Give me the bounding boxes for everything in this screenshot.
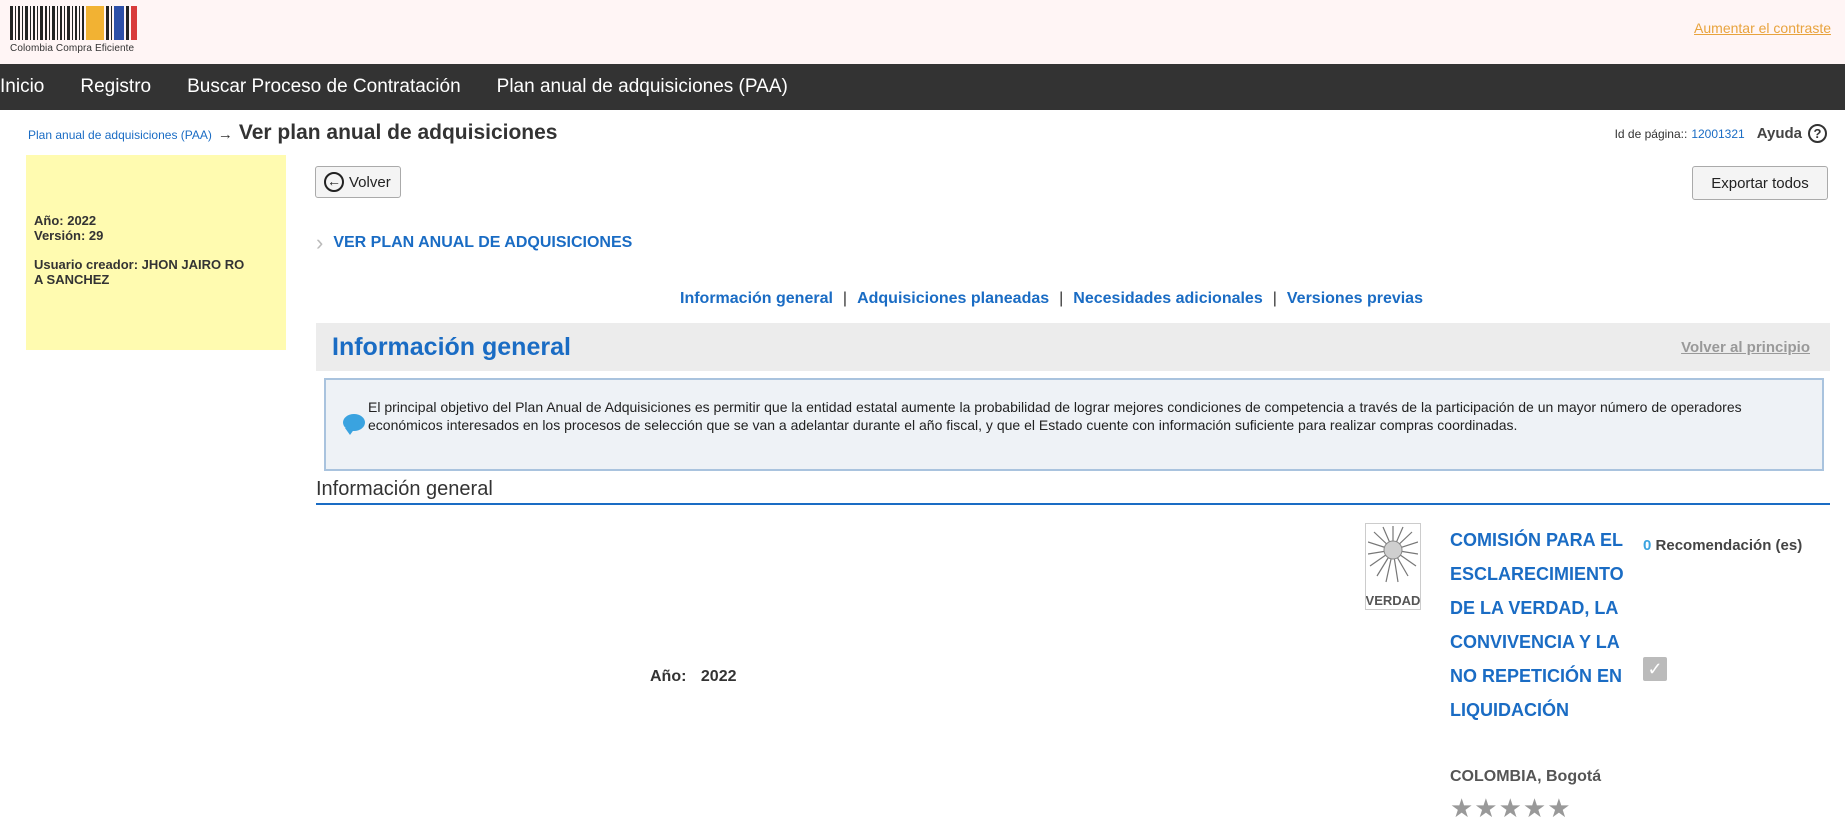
summary-version: Versión: 29 [34,228,104,243]
tab-necesidades-adicionales[interactable]: Necesidades adicionales [1073,290,1262,307]
nav-item-plan-anual[interactable]: Plan anual de adquisiciones (PAA) [497,76,788,98]
page-meta: Id de página:: 12001321 Ayuda ? [1615,124,1827,143]
info-general-subheading: Información general [316,478,1830,505]
breadcrumb: Plan anual de adquisiciones (PAA) → Ver … [28,121,558,145]
tab-adquisiciones-planeadas[interactable]: Adquisiciones planeadas [857,290,1049,307]
logo-text: Colombia Compra Eficiente [10,43,135,54]
colombia-compra-logo[interactable]: Colombia Compra Eficiente [10,6,170,56]
page-title: Ver plan anual de adquisiciones [238,121,558,144]
export-all-button[interactable]: Exportar todos [1692,166,1828,200]
increase-contrast-link[interactable]: Aumentar el contraste [1694,20,1831,36]
tab-versiones-previas[interactable]: Versiones previas [1287,290,1423,307]
top-bar: Colombia Compra Eficiente Aumentar el co… [0,0,1845,64]
chevron-right-icon: › [316,230,324,255]
question-circle-icon[interactable]: ? [1808,124,1827,143]
year-field: Año: 2022 [650,668,736,686]
breadcrumb-arrow-icon: → [217,126,233,143]
summary-creator-cont: A SANCHEZ [34,272,110,287]
rating-stars-icon[interactable]: ★★★★★ [1450,793,1572,824]
recommendations-label: Recomendación (es) [1655,537,1803,554]
recommendations-count: 0 [1643,537,1652,554]
nav-item-inicio[interactable]: Inicio [0,76,44,98]
breadcrumb-paa-link[interactable]: Plan anual de adquisiciones (PAA) [28,128,212,142]
year-label: Año: [650,668,687,685]
back-button-label: Volver [349,173,391,191]
notice-text: El principal objetivo del Plan Anual de … [368,399,1742,433]
section-tabs: Información general | Adquisiciones planea… [680,290,1423,307]
summary-year: Año: 2022 [34,213,97,228]
info-general-header: Información general Volver al principio [316,323,1830,371]
back-to-top-link[interactable]: Volver al principio [1681,339,1810,356]
main-nav: Inicio Registro Buscar Proceso de Contra… [0,64,1845,110]
page-id-label: Id de página:: [1614,126,1688,141]
page-id-value: 12001321 [1691,126,1745,141]
nav-item-registro[interactable]: Registro [80,76,151,98]
back-button[interactable]: ← Volver [315,166,401,198]
nav-item-buscar-proceso[interactable]: Buscar Proceso de Contratación [187,76,461,98]
entity-location: COLOMBIA, Bogotá [1450,768,1602,785]
recommendations-badge[interactable]: 0 Recomendación (es) [1643,530,1803,562]
info-notice: El principal objetivo del Plan Anual de … [324,378,1824,471]
help-link[interactable]: Ayuda [1757,125,1802,142]
verified-check-icon: ✓ [1643,657,1667,681]
entity-name-link[interactable]: COMISIÓN PARA EL ESCLARECIMIENTO DE LA V… [1450,523,1640,727]
speech-bubble-icon [343,414,365,435]
arrow-left-circle-icon: ← [324,172,344,192]
summary-creator: Usuario creador: JHON JAIRO RO [34,257,245,272]
info-general-title: Información general [332,333,571,361]
entity-logo-sunburst-icon [1368,526,1418,583]
entity-logo-label: VERDAD [1365,593,1421,608]
section-toggle-ver-plan[interactable]: › VER PLAN ANUAL DE ADQUISICIONES [316,230,632,256]
plan-summary-panel: Año: 2022 Versión: 29 Usuario creador: J… [26,155,286,350]
year-value: 2022 [700,668,737,685]
section-toggle-label: VER PLAN ANUAL DE ADQUISICIONES [333,234,633,251]
entity-logo: VERDAD [1365,523,1421,610]
logo-barcode-icon [10,6,170,40]
tab-informacion-general[interactable]: Información general [680,290,833,307]
